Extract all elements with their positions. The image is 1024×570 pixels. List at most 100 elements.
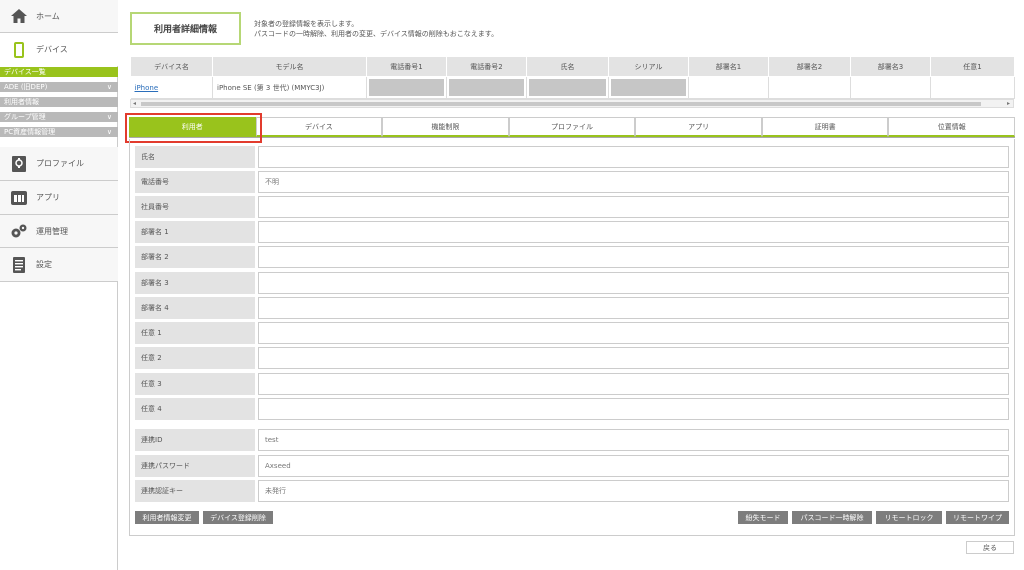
nav-device[interactable]: デバイス [0,33,118,66]
chevron-down-icon: ∨ [106,113,112,121]
form-row: 連携認証キー 未発行 [135,480,1009,502]
nav-app[interactable]: アプリ [0,181,118,215]
form-row: 部署名 2 [135,246,1009,268]
nav-home[interactable]: ホーム [0,0,118,33]
masked-cell [366,76,447,99]
tab-profile[interactable]: プロファイル [508,117,636,137]
device-table: デバイス名 モデル名 電話番号1 電話番号2 氏名 シリアル 部署名1 部署名2… [130,56,1015,99]
sidebar-item-ade[interactable]: ADE (旧DEP) ∨ [0,82,118,92]
link-password-field[interactable]: Axseed [258,455,1009,477]
masked-cell [608,76,689,99]
delete-device-button[interactable]: デバイス登録削除 [203,511,273,524]
field-label: 部署名 3 [135,272,255,294]
chevron-down-icon: ∨ [106,83,112,91]
sidebar-item-device-list[interactable]: デバイス一覧 [0,67,118,77]
page-title: 利用者詳細情報 [130,12,241,45]
table-cell: iPhone SE (第 3 世代) (MMYC3J) [212,76,367,99]
passcode-unlock-button[interactable]: パスコード一時解除 [792,511,872,524]
field-label: 連携パスワード [135,455,255,477]
horizontal-scrollbar[interactable]: ◂ ▸ [130,99,1014,108]
custom1-field[interactable] [258,322,1009,344]
name-field[interactable] [258,146,1009,168]
column-header[interactable]: 部署名1 [688,56,769,77]
department4-field[interactable] [258,297,1009,319]
masked-cell [526,76,609,99]
field-label: 電話番号 [135,171,255,193]
field-label: 任意 3 [135,373,255,395]
masked-cell [446,76,527,99]
form-row: 任意 3 [135,373,1009,395]
field-label: 任意 4 [135,398,255,420]
field-label: 連携認証キー [135,480,255,502]
nav-profile[interactable]: プロファイル [0,147,118,181]
field-label: 部署名 1 [135,221,255,243]
nav-settings-label: 設定 [36,260,52,269]
nav-ops-label: 運用管理 [36,226,68,236]
column-header[interactable]: 電話番号2 [446,56,527,77]
form-row: 連携ID test [135,429,1009,451]
remote-lock-button[interactable]: リモートロック [876,511,942,524]
tab-certificate[interactable]: 証明書 [761,117,889,137]
app-icon [8,190,30,205]
form-row: 氏名 [135,146,1009,168]
field-label: 連携ID [135,429,255,451]
custom4-field[interactable] [258,398,1009,420]
smartphone-icon [8,41,30,58]
sidebar-item-pc-assets[interactable]: PC資産情報管理 ∨ [0,127,118,137]
remote-wipe-button[interactable]: リモートワイプ [946,511,1009,524]
tab-location[interactable]: 位置情報 [888,117,1016,137]
scrollbar-thumb[interactable] [141,102,981,106]
sidebar-item-group[interactable]: グループ管理 ∨ [0,112,118,122]
table-row: iPhone iPhone SE (第 3 世代) (MMYC3J) [130,76,1015,99]
table-cell [850,76,931,99]
table-cell [930,76,1015,99]
edit-user-button[interactable]: 利用者情報変更 [135,511,199,524]
device-name-link[interactable]: iPhone [135,84,159,92]
scroll-left-icon[interactable]: ◂ [133,100,136,108]
form-row: 部署名 3 [135,272,1009,294]
employee-id-field[interactable] [258,196,1009,218]
department3-field[interactable] [258,272,1009,294]
sidebar-item-user-info[interactable]: 利用者情報 [0,97,118,107]
tab-restrictions[interactable]: 機能制限 [382,117,509,137]
table-cell [688,76,769,99]
form-row: 任意 1 [135,322,1009,344]
column-header[interactable]: シリアル [608,56,689,77]
custom2-field[interactable] [258,347,1009,369]
lost-mode-button[interactable]: 紛失モード [738,511,788,524]
field-label: 部署名 2 [135,246,255,268]
form-row: 任意 4 [135,398,1009,420]
link-id-field[interactable]: test [258,429,1009,451]
tab-app[interactable]: アプリ [635,117,762,137]
page-description: 対象者の登録情報を表示します。 パスコードの一時解除、利用者の変更、デバイス情報… [254,20,499,38]
tab-device[interactable]: デバイス [255,117,383,137]
field-label: 氏名 [135,146,255,168]
field-label: 社員番号 [135,196,255,218]
link-auth-key-field[interactable]: 未発行 [258,480,1009,502]
nav-ops[interactable]: 運用管理 [0,215,118,248]
nav-profile-label: プロファイル [36,159,84,168]
detail-tabs: 利用者 デバイス 機能制限 プロファイル アプリ 証明書 位置情報 [129,117,1016,138]
column-header[interactable]: 任意1 [930,56,1015,77]
column-header[interactable]: 部署名3 [850,56,931,77]
document-icon [8,256,30,273]
column-header[interactable]: デバイス名 [130,56,213,77]
scroll-right-icon[interactable]: ▸ [1007,100,1010,108]
form-row: 部署名 1 [135,221,1009,243]
column-header[interactable]: 電話番号1 [366,56,447,77]
custom3-field[interactable] [258,373,1009,395]
column-header[interactable]: 部署名2 [768,56,851,77]
nav-home-label: ホーム [36,11,60,21]
home-icon [8,9,30,23]
table-cell: iPhone [130,76,213,99]
form-row: 部署名 4 [135,297,1009,319]
phone-field[interactable]: 不明 [258,171,1009,193]
department1-field[interactable] [258,221,1009,243]
tab-user[interactable]: 利用者 [129,117,256,137]
column-header[interactable]: モデル名 [212,56,367,77]
nav-settings[interactable]: 設定 [0,248,118,282]
column-header[interactable]: 氏名 [526,56,609,77]
sidebar: ホーム デバイス デバイス一覧 ADE (旧DEP) ∨ 利用者情報 グループ管理… [0,0,118,570]
back-button[interactable]: 戻る [966,541,1014,554]
department2-field[interactable] [258,246,1009,268]
